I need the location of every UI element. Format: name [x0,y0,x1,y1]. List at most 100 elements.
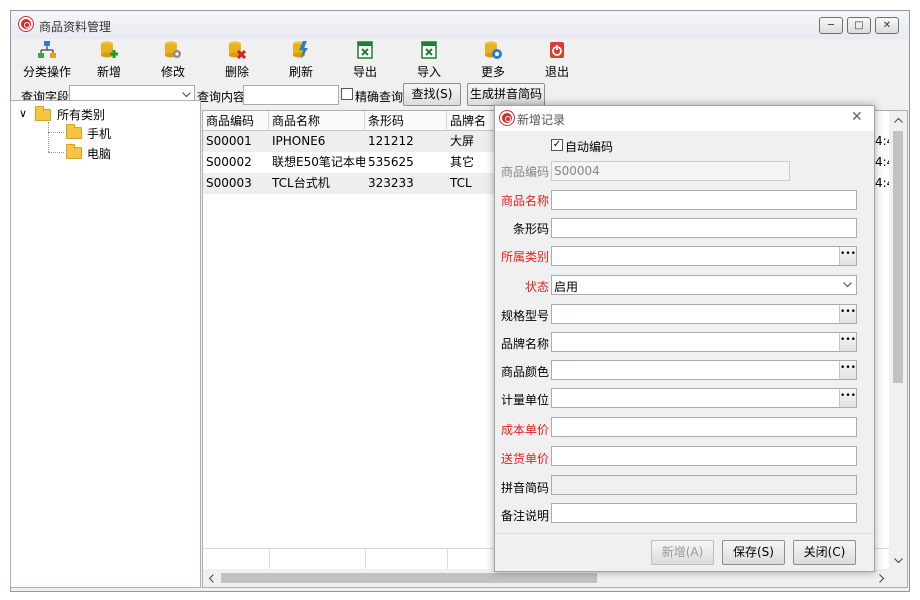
cost-price-input[interactable] [551,417,857,437]
exact-query-checkbox[interactable] [341,88,353,100]
category-icon [38,41,56,58]
column-header-name[interactable]: 商品名称 [269,111,365,131]
barcode-input[interactable] [551,218,857,238]
field-label-color: 商品颜色 [500,365,549,379]
refresh-label: 刷新 [288,65,313,79]
add-button[interactable]: 新增 [79,39,139,83]
query-content-input[interactable] [243,85,339,105]
category-button[interactable]: 分类操作 [17,39,77,83]
spec-model-input[interactable]: ••• [551,304,857,324]
chevron-down-icon[interactable] [843,282,852,288]
import-button[interactable]: 导入 [399,39,459,83]
field-label-cost-price: 成本单价 [500,423,549,437]
field-label-brand: 品牌名称 [500,337,549,351]
field-label-category: 所属类别 [500,250,549,264]
exact-query-label: 精确查询 [355,90,404,104]
generate-pinyin-button[interactable]: 生成拼音简码 [467,83,545,106]
tree-connector [48,152,64,153]
product-name-input[interactable] [551,190,857,210]
ellipsis-icon[interactable]: ••• [839,333,856,351]
vertical-scroll-thumb[interactable] [893,131,903,383]
field-label-pinyin: 拼音简码 [500,481,549,495]
color-input[interactable]: ••• [551,360,857,380]
brand-input[interactable]: ••• [551,332,857,352]
auto-code-label: 自动编码 [565,140,614,154]
new-record-dialog: 新增记录 ✕ ✓ 自动编码 商品编码 S00004 商品名称 条形码 所属类别 … [494,105,875,572]
dialog-save-button[interactable]: 保存(S) [722,540,785,565]
category-tree: ∨ 所有类别 手机 电脑 [10,100,201,588]
more-button[interactable]: 更多 [463,39,523,83]
ellipsis-icon[interactable]: ••• [839,361,856,379]
maximize-button[interactable]: □ [847,17,871,34]
category-label: 分类操作 [22,65,71,79]
scroll-right-icon[interactable] [879,574,885,583]
minimize-button[interactable]: ─ [819,17,843,34]
scroll-down-icon[interactable] [894,558,903,564]
folder-icon [66,144,82,159]
ellipsis-icon[interactable]: ••• [839,247,856,265]
cell-barcode: 323233 [368,176,414,190]
tree-connector [48,122,49,152]
tree-connector [48,132,64,133]
import-label: 导入 [416,65,441,79]
column-header-code[interactable]: 商品编码 [203,111,269,131]
chevron-down-icon [182,92,191,98]
dialog-close-button[interactable]: 关闭(C) [793,540,856,565]
exit-icon [550,42,564,58]
field-label-remark: 备注说明 [500,509,549,523]
close-icon[interactable]: ✕ [851,109,863,125]
delete-button[interactable]: 删除 [207,39,267,83]
table-row[interactable]: S00001 IPHONE6 121212 大屏 [203,131,495,152]
edit-icon [165,41,181,58]
query-content-label: 查询内容 [197,90,246,104]
unit-input[interactable]: ••• [551,388,857,408]
auto-code-checkbox[interactable]: ✓ [551,139,563,151]
cell-brand: 大屏 [450,134,475,148]
expand-toggle-icon[interactable]: ∨ [19,107,27,120]
cell-name: 联想E50笔记本电脑 [272,155,365,169]
edit-button[interactable]: 修改 [143,39,203,83]
folder-icon [35,106,51,121]
table-row[interactable]: S00003 TCL台式机 323233 TCL [203,173,495,194]
ellipsis-icon[interactable]: ••• [839,305,856,323]
app-logo-icon [19,17,33,31]
horizontal-scroll-thumb[interactable] [221,573,597,583]
delivery-price-input[interactable] [551,446,857,466]
close-window-button[interactable]: ✕ [875,17,899,34]
column-header-barcode[interactable]: 条形码 [365,111,447,131]
folder-icon [66,124,82,139]
dialog-add-button[interactable]: 新增(A) [651,540,714,565]
cell-name: TCL台式机 [272,176,330,190]
field-label-unit: 计量单位 [500,393,549,407]
dialog-footer: 新增(A) 保存(S) 关闭(C) [495,533,874,571]
status-select[interactable]: 启用 [551,275,857,295]
toolbar: 分类操作 新增 修改 删除 刷新 导出 导入 更多 退出 [11,39,909,83]
more-icon [485,41,502,59]
find-button[interactable]: 查找(S) [403,83,461,106]
vertical-scrollbar[interactable] [889,111,907,569]
cell-code: S00001 [206,134,252,148]
refresh-icon [293,41,308,59]
delete-icon [229,41,247,60]
tree-item-phone[interactable]: 手机 [87,125,111,142]
export-button[interactable]: 导出 [335,39,395,83]
refresh-button[interactable]: 刷新 [271,39,331,83]
category-input[interactable]: ••• [551,246,857,266]
cell-code: S00002 [206,155,252,169]
tree-item-all-categories[interactable]: 所有类别 [57,106,105,123]
app-logo-icon [500,111,514,125]
dialog-title-bar: 新增记录 ✕ [495,106,874,131]
export-icon [357,41,373,59]
scroll-up-icon[interactable] [894,117,903,123]
add-icon [101,41,118,58]
exit-button[interactable]: 退出 [527,39,587,83]
tree-item-computer[interactable]: 电脑 [87,145,111,162]
field-label-status: 状态 [524,280,549,294]
ellipsis-icon[interactable]: ••• [839,389,856,407]
field-label-spec: 规格型号 [500,309,549,323]
table-row[interactable]: S00002 联想E50笔记本电脑 535625 其它 [203,152,495,173]
scroll-left-icon[interactable] [208,574,214,583]
more-label: 更多 [480,65,505,79]
column-header-brand[interactable]: 品牌名称 [447,111,497,148]
remark-input[interactable] [551,503,857,523]
